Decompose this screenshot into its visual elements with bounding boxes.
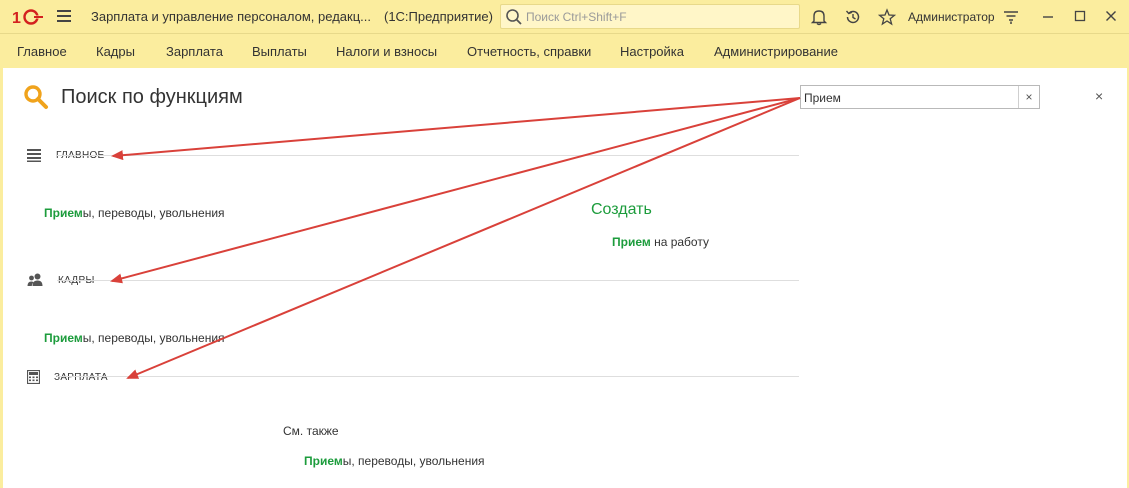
list-icon <box>27 149 41 162</box>
menu-item-admin[interactable]: Администрирование <box>714 44 838 59</box>
menu-item-main[interactable]: Главное <box>17 44 67 59</box>
function-search-field[interactable]: × <box>800 85 1040 109</box>
title-bar: 1 Зарплата и управление персоналом, реда… <box>0 0 1129 33</box>
history-icon[interactable] <box>844 8 862 26</box>
section-divider <box>57 155 799 156</box>
result-text: на работу <box>650 235 709 249</box>
result-link[interactable]: Приемы, переводы, увольнения <box>44 206 225 220</box>
clear-search-button[interactable]: × <box>1018 86 1039 108</box>
menu-item-reports[interactable]: Отчетность, справки <box>467 44 591 59</box>
1c-logo-icon[interactable]: 1 <box>12 8 44 26</box>
filter-settings-icon[interactable] <box>1002 8 1020 26</box>
result-text: ы, переводы, увольнения <box>82 331 225 345</box>
window-title-text: Зарплата и управление персоналом, редакц… <box>91 9 371 24</box>
see-also-title: См. также <box>283 424 339 438</box>
function-search-input[interactable] <box>804 89 1014 106</box>
global-search[interactable] <box>500 4 800 29</box>
function-search-page: Поиск по функциям × × ГЛАВНОЕ Приемы, пе… <box>3 68 1127 488</box>
result-text: ы, переводы, увольнения <box>342 454 485 468</box>
section-salary: ЗАРПЛАТА <box>27 370 108 384</box>
page-title: Поиск по функциям <box>61 85 243 108</box>
calculator-icon <box>27 370 40 384</box>
magnifier-icon <box>24 85 48 109</box>
create-link[interactable]: Прием на работу <box>612 235 709 249</box>
create-title: Создать <box>591 201 652 218</box>
search-icon <box>506 8 522 25</box>
result-highlight: Прием <box>44 331 83 345</box>
result-highlight: Прием <box>304 454 343 468</box>
svg-text:1: 1 <box>12 10 21 26</box>
close-page-button[interactable]: × <box>1095 88 1103 104</box>
menu-item-payments[interactable]: Выплаты <box>252 44 307 59</box>
result-highlight: Прием <box>612 235 651 249</box>
section-divider <box>57 280 799 281</box>
maximize-icon[interactable] <box>1072 8 1088 24</box>
window-app-name: (1С:Предприятие) <box>383 9 493 24</box>
user-name[interactable]: Администратор <box>908 10 995 24</box>
minimize-icon[interactable] <box>1040 8 1056 24</box>
section-divider <box>57 376 799 377</box>
result-link[interactable]: Приемы, переводы, увольнения <box>44 331 225 345</box>
menu-item-taxes[interactable]: Налоги и взносы <box>336 44 437 59</box>
result-highlight: Прием <box>44 206 83 220</box>
section-label: ЗАРПЛАТА <box>54 371 108 383</box>
menu-item-salary[interactable]: Зарплата <box>166 44 223 59</box>
menu-item-hr[interactable]: Кадры <box>96 44 135 59</box>
see-also-link[interactable]: Приемы, переводы, увольнения <box>304 454 485 468</box>
bell-icon[interactable] <box>810 8 828 26</box>
star-icon[interactable] <box>878 8 896 26</box>
result-text: ы, переводы, увольнения <box>82 206 225 220</box>
main-menu-icon[interactable] <box>57 10 71 22</box>
global-search-input[interactable] <box>526 9 786 24</box>
window-title: Зарплата и управление персоналом, редакц… <box>91 9 493 24</box>
sections-menu: Главное Кадры Зарплата Выплаты Налоги и … <box>0 33 1129 66</box>
page-header: Поиск по функциям <box>23 84 243 110</box>
close-window-icon[interactable] <box>1103 8 1119 24</box>
users-icon <box>27 273 43 286</box>
menu-item-settings[interactable]: Настройка <box>620 44 684 59</box>
